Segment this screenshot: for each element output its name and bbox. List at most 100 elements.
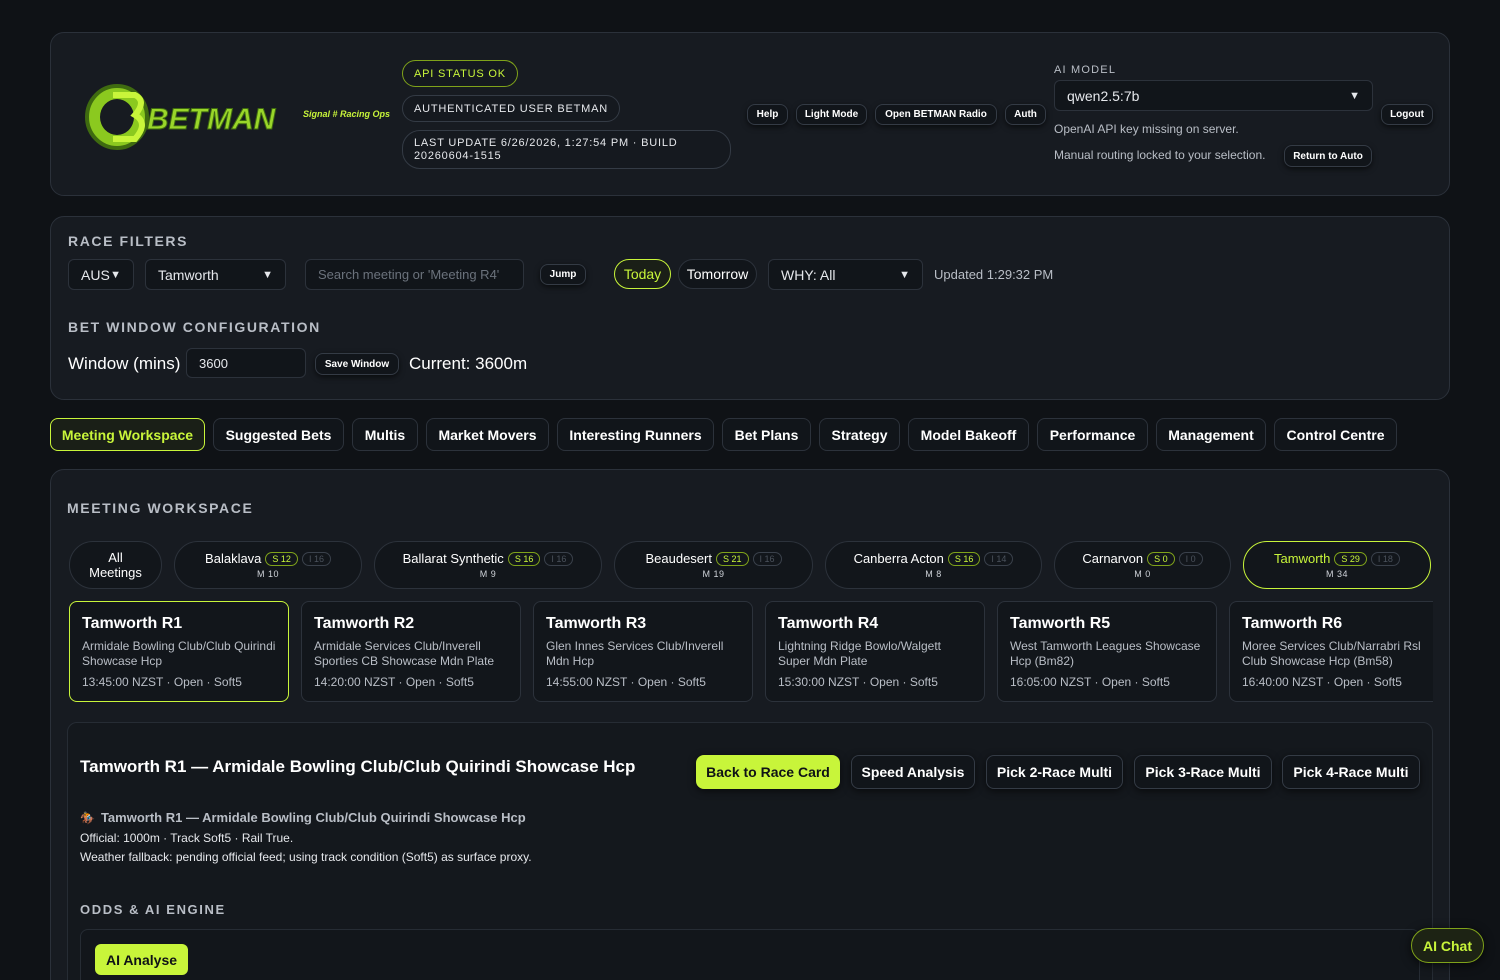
window-label: Window (mins) — [68, 354, 181, 373]
auth-user-badge: AUTHENTICATED USER BETMAN — [402, 95, 620, 122]
meeting-chip-tamworth[interactable]: Tamworth S 29 I 18 M 34 — [1243, 541, 1431, 589]
meeting-name: Beaudesert — [645, 551, 712, 566]
pick-4-race-multi-button[interactable]: Pick 4-Race Multi — [1282, 755, 1420, 789]
all-meetings-line2: Meetings — [89, 565, 142, 580]
ai-chat-button[interactable]: AI Chat — [1411, 928, 1484, 963]
tab-interesting-runners[interactable]: Interesting Runners — [557, 418, 714, 451]
horse-icon: 🏇 — [80, 810, 95, 825]
meeting-name: Canberra Acton — [853, 551, 944, 566]
movers-count: M 8 — [925, 569, 942, 579]
race-name: Moree Services Club/Narrabri Rsl Club Sh… — [1242, 639, 1421, 668]
race-meta: 16:05:00 NZST · Open · Soft5 — [1010, 675, 1170, 689]
back-to-race-card-button[interactable]: Back to Race Card — [696, 755, 840, 789]
ai-analyse-button[interactable]: AI Analyse — [95, 944, 188, 975]
suggested-badge: S 29 — [1334, 551, 1367, 566]
tomorrow-button[interactable]: Tomorrow — [678, 259, 757, 289]
betman-logo: BETMAN — [85, 84, 277, 150]
movers-count: M 10 — [256, 569, 279, 579]
race-name: Lightning Ridge Bowlo/Walgett Super Mdn … — [778, 639, 941, 668]
light-mode-button[interactable]: Light Mode — [796, 104, 867, 125]
pick-2-race-multi-button[interactable]: Pick 2-Race Multi — [986, 755, 1123, 789]
why-select[interactable]: WHY: All ▼ — [768, 259, 923, 290]
race-meta: 14:55:00 NZST · Open · Soft5 — [546, 675, 706, 689]
tab-multis[interactable]: Multis — [352, 418, 418, 451]
return-to-auto-button[interactable]: Return to Auto — [1284, 145, 1372, 167]
race-card-r2[interactable]: Tamworth R2 Armidale Services Club/Inver… — [301, 601, 521, 702]
ai-model-select[interactable]: qwen2.5:7b ▼ — [1054, 80, 1373, 111]
help-button[interactable]: Help — [747, 104, 788, 125]
chevron-down-icon: ▼ — [899, 268, 910, 281]
tab-performance[interactable]: Performance — [1037, 418, 1148, 451]
race-subtitle-row: 🏇 Tamworth R1 — Armidale Bowling Club/Cl… — [80, 810, 526, 825]
race-name: West Tamworth Leagues Showcase Hcp (Bm82… — [1010, 639, 1201, 668]
chevron-down-icon: ▼ — [110, 268, 121, 281]
meeting-name: Tamworth — [1274, 551, 1331, 566]
race-card-r1[interactable]: Tamworth R1 Armidale Bowling Club/Club Q… — [69, 601, 289, 702]
race-filters-label: RACE FILTERS — [68, 233, 189, 249]
race-subtitle: Tamworth R1 — Armidale Bowling Club/Club… — [100, 810, 526, 825]
meeting-chip-beaudesert[interactable]: Beaudesert S 21 I 16 M 19 — [614, 541, 813, 589]
api-status-badge: API STATUS OK — [402, 60, 518, 87]
meeting-chip-all[interactable]: All Meetings — [69, 541, 162, 589]
meeting-name: Balaklava — [205, 551, 262, 566]
race-title: Tamworth R1 — [82, 615, 183, 632]
api-key-message: OpenAI API key missing on server. — [1054, 122, 1239, 136]
window-input[interactable]: 3600 — [186, 348, 306, 378]
race-card-r3[interactable]: Tamworth R3 Glen Innes Services Club/Inv… — [533, 601, 753, 702]
race-detail-title: Tamworth R1 — Armidale Bowling Club/Club… — [80, 757, 636, 776]
odds-panel — [80, 929, 1420, 980]
race-meta: 14:20:00 NZST · Open · Soft5 — [314, 675, 474, 689]
meeting-select[interactable]: Tamworth ▼ — [145, 259, 286, 290]
race-name: Glen Innes Services Club/Inverell Mdn Hc… — [546, 639, 724, 668]
interesting-badge: I 14 — [984, 551, 1014, 566]
meeting-chip-balaklava[interactable]: Balaklava S 12 I 16 M 10 — [174, 541, 362, 589]
race-card-r6[interactable]: Tamworth R6 Moree Services Club/Narrabri… — [1229, 601, 1433, 702]
tab-bet-plans[interactable]: Bet Plans — [722, 418, 811, 451]
tab-management[interactable]: Management — [1156, 418, 1266, 451]
meeting-chip-canberra-acton[interactable]: Canberra Acton S 16 I 14 M 8 — [825, 541, 1042, 589]
chevron-down-icon: ▼ — [262, 268, 273, 281]
auth-button[interactable]: Auth — [1005, 104, 1046, 125]
race-name: Armidale Services Club/Inverell Sporties… — [314, 639, 495, 668]
race-title: Tamworth R2 — [314, 615, 415, 632]
suggested-badge: S 12 — [265, 551, 298, 566]
tab-model-bakeoff[interactable]: Model Bakeoff — [908, 418, 1029, 451]
open-radio-button[interactable]: Open BETMAN Radio — [875, 104, 997, 125]
search-input[interactable]: Search meeting or 'Meeting R4' — [305, 259, 524, 290]
window-value: 3600 — [199, 355, 228, 371]
save-window-button[interactable]: Save Window — [315, 353, 399, 375]
meeting-chip-ballarat-synthetic[interactable]: Ballarat Synthetic S 16 I 16 M 9 — [374, 541, 602, 589]
header-card: BETMAN Signal # Racing Ops API STATUS OK… — [50, 32, 1450, 196]
movers-count: M 0 — [1134, 569, 1151, 579]
logout-button[interactable]: Logout — [1381, 104, 1433, 125]
tab-control-centre[interactable]: Control Centre — [1274, 418, 1397, 451]
routing-message: Manual routing locked to your selection. — [1054, 148, 1266, 162]
pick-3-race-multi-button[interactable]: Pick 3-Race Multi — [1134, 755, 1272, 789]
ai-model-value: qwen2.5:7b — [1067, 87, 1140, 104]
race-title: Tamworth R3 — [546, 615, 647, 632]
race-card-r5[interactable]: Tamworth R5 West Tamworth Leagues Showca… — [997, 601, 1217, 702]
updated-time: Updated 1:29:32 PM — [934, 267, 1054, 282]
tab-market-movers[interactable]: Market Movers — [426, 418, 549, 451]
race-card-r4[interactable]: Tamworth R4 Lightning Ridge Bowlo/Walget… — [765, 601, 985, 702]
tab-meeting-workspace[interactable]: Meeting Workspace — [50, 418, 205, 451]
race-meta: 16:40:00 NZST · Open · Soft5 — [1242, 675, 1402, 689]
meeting-value: Tamworth — [158, 266, 219, 283]
country-select[interactable]: AUS ▼ — [68, 259, 134, 290]
today-button[interactable]: Today — [614, 259, 671, 289]
interesting-badge: I 16 — [752, 551, 782, 566]
meeting-chip-carnarvon[interactable]: Carnarvon S 0I 0 M 0 — [1054, 541, 1231, 589]
movers-count: M 19 — [702, 569, 725, 579]
country-value: AUS — [81, 266, 110, 283]
race-meta: 15:30:00 NZST · Open · Soft5 — [778, 675, 938, 689]
interesting-badge: I 16 — [544, 551, 574, 566]
speed-analysis-button[interactable]: Speed Analysis — [851, 755, 975, 789]
jump-button[interactable]: Jump — [540, 264, 586, 285]
bet-window-label: BET WINDOW CONFIGURATION — [68, 319, 321, 335]
weather-info: Weather fallback: pending official feed;… — [80, 850, 532, 864]
suggested-badge: S 21 — [715, 551, 749, 566]
brand-text: BETMAN — [147, 103, 277, 136]
tab-suggested-bets[interactable]: Suggested Bets — [213, 418, 344, 451]
tab-strategy[interactable]: Strategy — [819, 418, 900, 451]
interesting-badge: I 16 — [301, 551, 331, 566]
